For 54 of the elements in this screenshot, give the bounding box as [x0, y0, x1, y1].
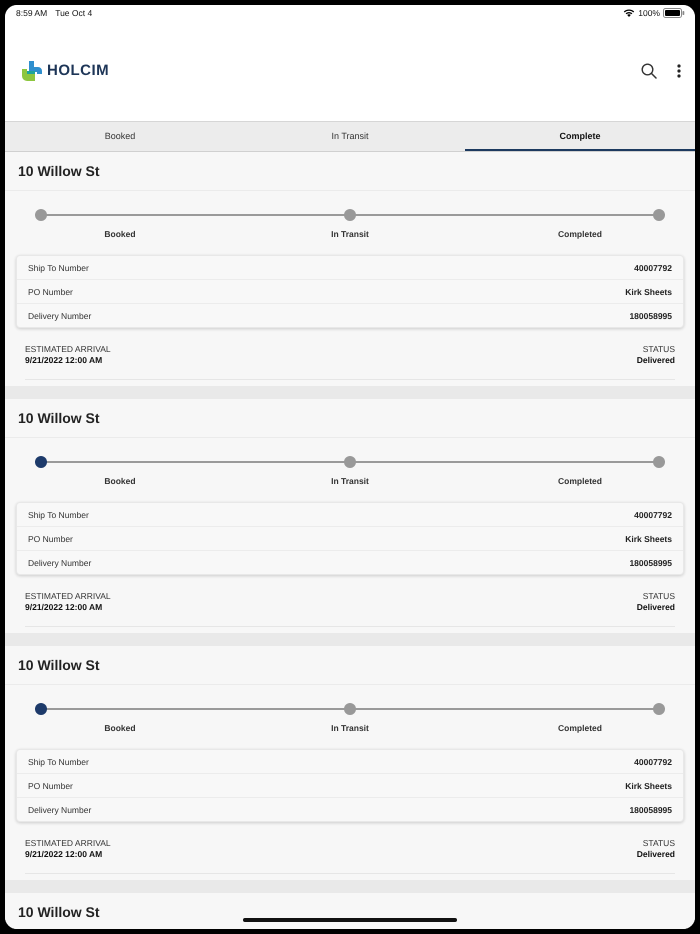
- step-label: Booked: [104, 476, 136, 486]
- detail-label: PO Number: [28, 286, 73, 296]
- arrival-label: ESTIMATED ARRIVAL: [25, 344, 111, 354]
- detail-value: 180058995: [629, 804, 672, 814]
- brand-name: HOLCIM: [47, 62, 110, 79]
- step-label: Booked: [104, 723, 136, 733]
- step-label: In Transit: [331, 476, 369, 486]
- step-label: In Transit: [331, 723, 369, 733]
- card-title: 10 Willow St: [18, 657, 100, 673]
- arrival-value: 9/21/2022 12:00 AM: [25, 602, 104, 612]
- detail-label: Ship To Number: [28, 262, 89, 272]
- detail-value: Kirk Sheets: [625, 780, 672, 790]
- detail-value: Kirk Sheets: [625, 534, 672, 544]
- arrival-value: 9/21/2022 12:00 AM: [25, 849, 104, 859]
- detail-label: Delivery Number: [28, 558, 92, 568]
- arrival-label: ESTIMATED ARRIVAL: [25, 838, 111, 848]
- detail-label: PO Number: [28, 780, 73, 790]
- status-label: STATUS: [642, 344, 675, 354]
- step-label: Completed: [558, 723, 602, 733]
- detail-label: PO Number: [28, 534, 73, 544]
- detail-value: Kirk Sheets: [625, 286, 672, 296]
- detail-value: 40007792: [634, 262, 672, 272]
- tab[interactable]: Booked: [5, 122, 235, 151]
- arrival-label: ESTIMATED ARRIVAL: [25, 591, 111, 601]
- detail-value: 40007792: [634, 756, 672, 766]
- card-title: 10 Willow St: [18, 163, 100, 179]
- status-value: Delivered: [636, 849, 675, 859]
- status-value: Delivered: [636, 355, 675, 365]
- step-label: Completed: [558, 229, 602, 239]
- status-label: STATUS: [642, 591, 675, 601]
- status-time: 8:59 AM: [16, 8, 48, 18]
- detail-label: Delivery Number: [28, 310, 92, 320]
- tab[interactable]: In Transit: [235, 122, 465, 151]
- wifi-icon: [623, 8, 636, 17]
- card-title: 10 Willow St: [18, 410, 100, 426]
- detail-value: 180058995: [629, 558, 672, 568]
- battery-percent: 100%: [638, 8, 660, 18]
- step-label: In Transit: [331, 229, 369, 239]
- search-icon[interactable]: [641, 62, 657, 78]
- step-label: Completed: [558, 476, 602, 486]
- card-title: 10 Willow St: [18, 904, 100, 920]
- logo-icon: [21, 60, 43, 82]
- battery-icon: [663, 8, 685, 18]
- more-icon[interactable]: [677, 64, 681, 78]
- detail-label: Ship To Number: [28, 510, 89, 520]
- status-date: Tue Oct 4: [55, 8, 92, 18]
- arrival-value: 9/21/2022 12:00 AM: [25, 355, 104, 365]
- detail-value: 40007792: [634, 510, 672, 520]
- step-label: Booked: [104, 229, 136, 239]
- status-label: STATUS: [642, 838, 675, 848]
- detail-label: Ship To Number: [28, 756, 89, 766]
- detail-label: Delivery Number: [28, 804, 92, 814]
- detail-value: 180058995: [629, 310, 672, 320]
- status-value: Delivered: [636, 602, 675, 612]
